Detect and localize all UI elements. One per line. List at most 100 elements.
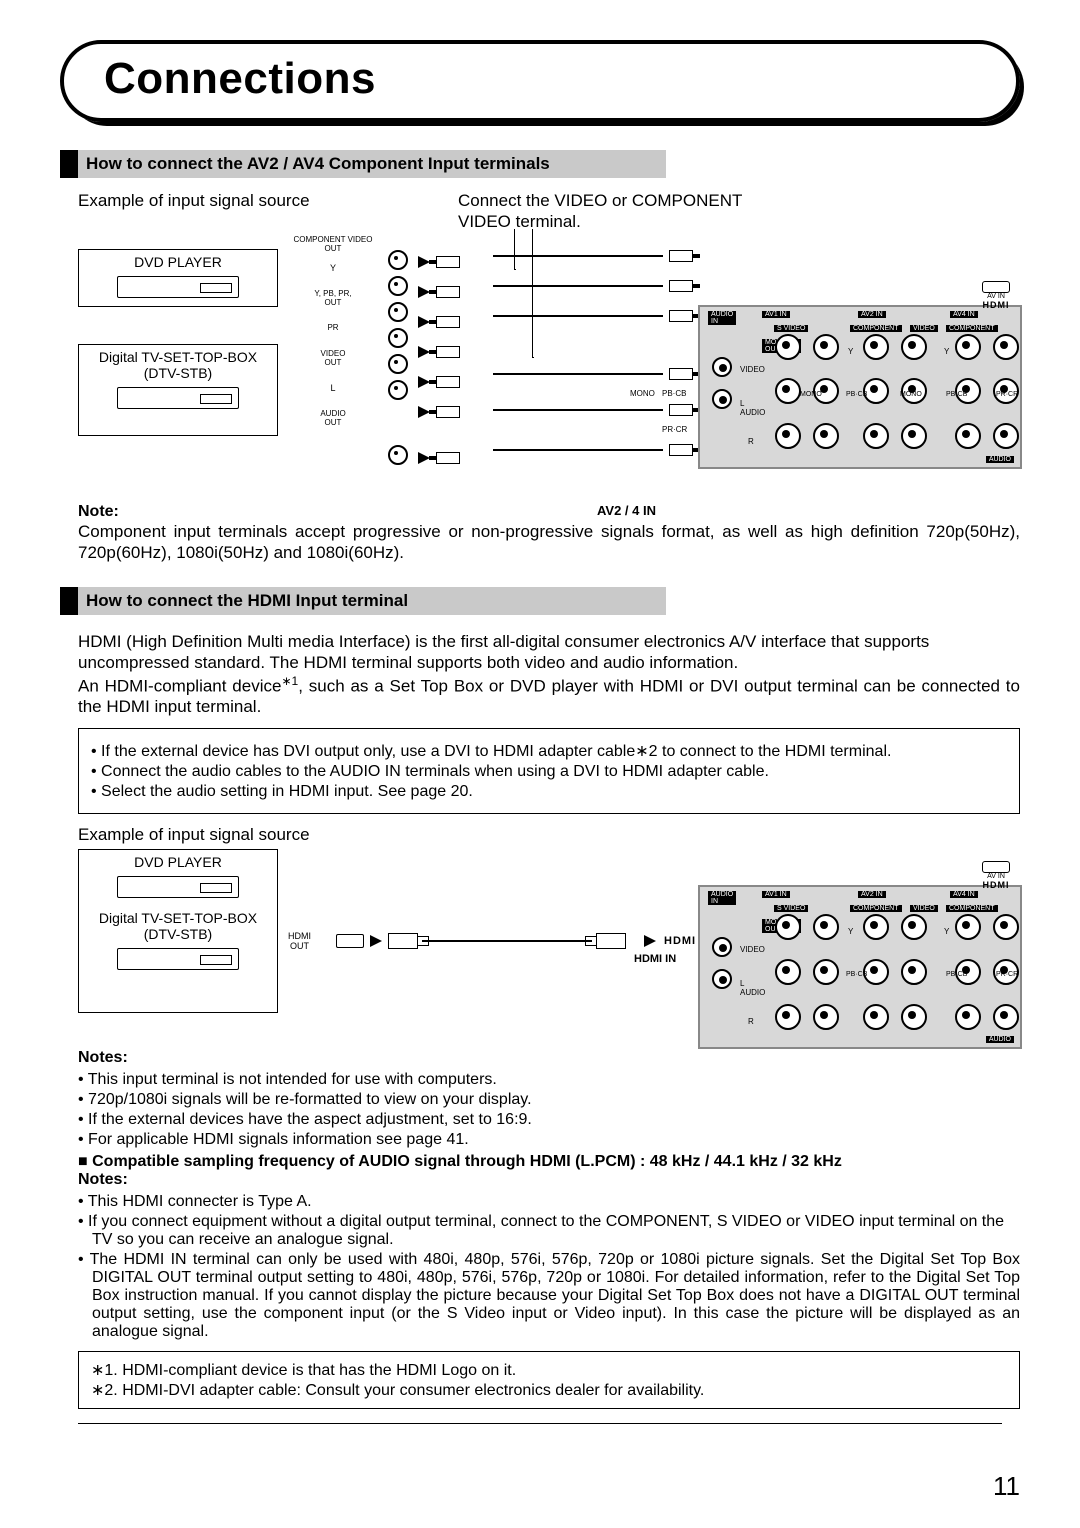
- cable-icon: [493, 409, 663, 411]
- plug-icon: [436, 256, 460, 268]
- footer-rule: [78, 1423, 1002, 1424]
- plug-icon: [436, 316, 460, 328]
- jack-icon: [712, 969, 732, 989]
- out-video: VIDEO OUT: [288, 343, 378, 373]
- panel-y-1: Y: [848, 927, 853, 936]
- notes2-list: This HDMI connecter is Type A. If you co…: [78, 1193, 1020, 1341]
- panel-col: [888, 905, 940, 1039]
- jack-icon: [775, 914, 801, 940]
- hdmi-info-box: If the external device has DVI output on…: [78, 728, 1020, 814]
- stb-line2: (DTV-STB): [83, 365, 273, 381]
- footnote-box: ∗1. HDMI-compliant device is that has th…: [78, 1351, 1020, 1409]
- plug-icon: [436, 286, 460, 298]
- connect-label: Connect the VIDEO or COMPONENT VIDEO ter…: [458, 190, 742, 233]
- panel-prcr-2: PR·CR: [996, 971, 1018, 978]
- diagram-av24: DVD PLAYER Digital TV-SET-TOP-BOX (DTV-S…: [78, 239, 1018, 499]
- jack-r-wrap: [384, 439, 412, 471]
- rear-panel: AUDIO IN AV1 IN S VIDEO MONITOR OUT AV2 …: [698, 305, 1022, 469]
- jack-icon: [775, 334, 801, 360]
- stb-line2: (DTV-STB): [83, 926, 273, 942]
- panel-av1-in: AV1 IN: [762, 311, 790, 318]
- jack-icon: [955, 423, 981, 449]
- info-bullet: Connect the audio cables to the AUDIO IN…: [91, 763, 1007, 781]
- hdmi-port-icon: [982, 861, 1010, 873]
- out-audio: AUDIO OUT: [288, 403, 378, 433]
- jack-icon: [901, 959, 927, 985]
- jack-icon: [388, 445, 408, 465]
- pointer-line: [514, 229, 516, 270]
- pointer-line: [532, 229, 534, 358]
- out-l: L: [288, 373, 378, 403]
- plug-icon: [669, 310, 693, 322]
- footnote: ∗1. HDMI-compliant device is that has th…: [91, 1360, 1007, 1380]
- panel-col: [800, 905, 852, 1039]
- jack-icon: [813, 423, 839, 449]
- stb-box: Digital TV-SET-TOP-BOX (DTV-STB): [78, 344, 278, 436]
- page: Connections How to connect the AV2 / AV4…: [0, 0, 1080, 1528]
- panel-mono-1: MONO: [800, 391, 822, 398]
- prcr-label: PR·CR: [662, 425, 687, 434]
- hdmi-plug-icon: [596, 933, 626, 949]
- hdmi-in-label: HDMI IN: [634, 953, 676, 965]
- note-text: Component input terminals accept progres…: [78, 521, 1020, 564]
- page-title-container: Connections: [60, 40, 1020, 122]
- hdmi-port-icon: [336, 934, 364, 948]
- jack-icon: [712, 389, 732, 409]
- note-item: If the external devices have the aspect …: [78, 1111, 1020, 1129]
- hdmi-example-label: Example of input signal source: [78, 824, 1020, 845]
- mono-label: MONO: [630, 389, 655, 398]
- footnote: ∗2. HDMI-DVI adapter cable: Consult your…: [91, 1380, 1007, 1400]
- panel-av4-in: AV4 IN: [950, 891, 978, 898]
- panel-r-label: R: [748, 437, 754, 446]
- panel-pbcb-2: PB·CB: [946, 971, 967, 978]
- cable-icon: [493, 315, 663, 317]
- section-heading-av24: How to connect the AV2 / AV4 Component I…: [60, 150, 1020, 178]
- jack-icon: [901, 334, 927, 360]
- jack-icon: [863, 334, 889, 360]
- panel-audio-label: AUDIO: [986, 1036, 1014, 1043]
- panel-av2-in: AV2 IN: [858, 891, 886, 898]
- note-item: This HDMI connecter is Type A.: [78, 1193, 1020, 1211]
- arrow-plug-row: [418, 367, 488, 397]
- example-label: Example of input signal source: [78, 190, 458, 233]
- jack-icon: [388, 328, 408, 348]
- jack-icon: [388, 276, 408, 296]
- jack-icon: [901, 1004, 927, 1030]
- arrow-plug-row: [418, 337, 488, 367]
- page-title: Connections: [104, 54, 976, 104]
- cable-icon: [493, 255, 663, 257]
- arrow-plug-column: [418, 247, 488, 427]
- panel-pbcb-1: PB·CB: [846, 391, 867, 398]
- rear-panel-hdmi: AUDIO IN AV1 IN S VIDEO MONITOR OUT AV2 …: [698, 885, 1022, 1049]
- para2a: An HDMI-compliant device: [78, 676, 281, 695]
- panel-av2-in: AV2 IN: [858, 311, 886, 318]
- hdmi-para2: An HDMI-compliant device∗1, such as a Se…: [78, 674, 1020, 718]
- av-in-label: AV IN: [982, 293, 1010, 300]
- jack-icon: [712, 937, 732, 957]
- jack-icon: [813, 959, 839, 985]
- hdmi-port-icon: [982, 281, 1010, 293]
- panel-audio-in: AUDIO IN: [708, 311, 736, 325]
- plug-icon: [436, 346, 460, 358]
- hdmi-logo: HDMI: [664, 935, 696, 947]
- section-heading-hdmi: How to connect the HDMI Input terminal: [60, 587, 1020, 615]
- stb-icon: [117, 948, 239, 970]
- panel-y-1: Y: [848, 347, 853, 356]
- page-number: 11: [993, 1471, 1020, 1502]
- arrow-plug-row: [418, 277, 488, 307]
- av24-top-labels: Example of input signal source Connect t…: [78, 190, 1020, 233]
- arrow-right-icon: [370, 935, 382, 947]
- cable-area: [493, 249, 663, 479]
- panel-audio-label: AUDIO: [986, 456, 1014, 463]
- plug-icon: [669, 280, 693, 292]
- panel-r-label: R: [748, 1017, 754, 1026]
- jack-icon: [901, 914, 927, 940]
- plug-icon: [669, 444, 693, 456]
- arrow-plug-row: [418, 247, 488, 277]
- jack-icon: [712, 357, 732, 377]
- panel-av1-in: AV1 IN: [762, 891, 790, 898]
- info-bullets: If the external device has DVI output on…: [91, 741, 1007, 801]
- out-ypbpr: Y, PB, PR, OUT: [288, 283, 378, 313]
- plug-icon: [669, 404, 693, 416]
- panel-mono-2: MONO: [900, 391, 922, 398]
